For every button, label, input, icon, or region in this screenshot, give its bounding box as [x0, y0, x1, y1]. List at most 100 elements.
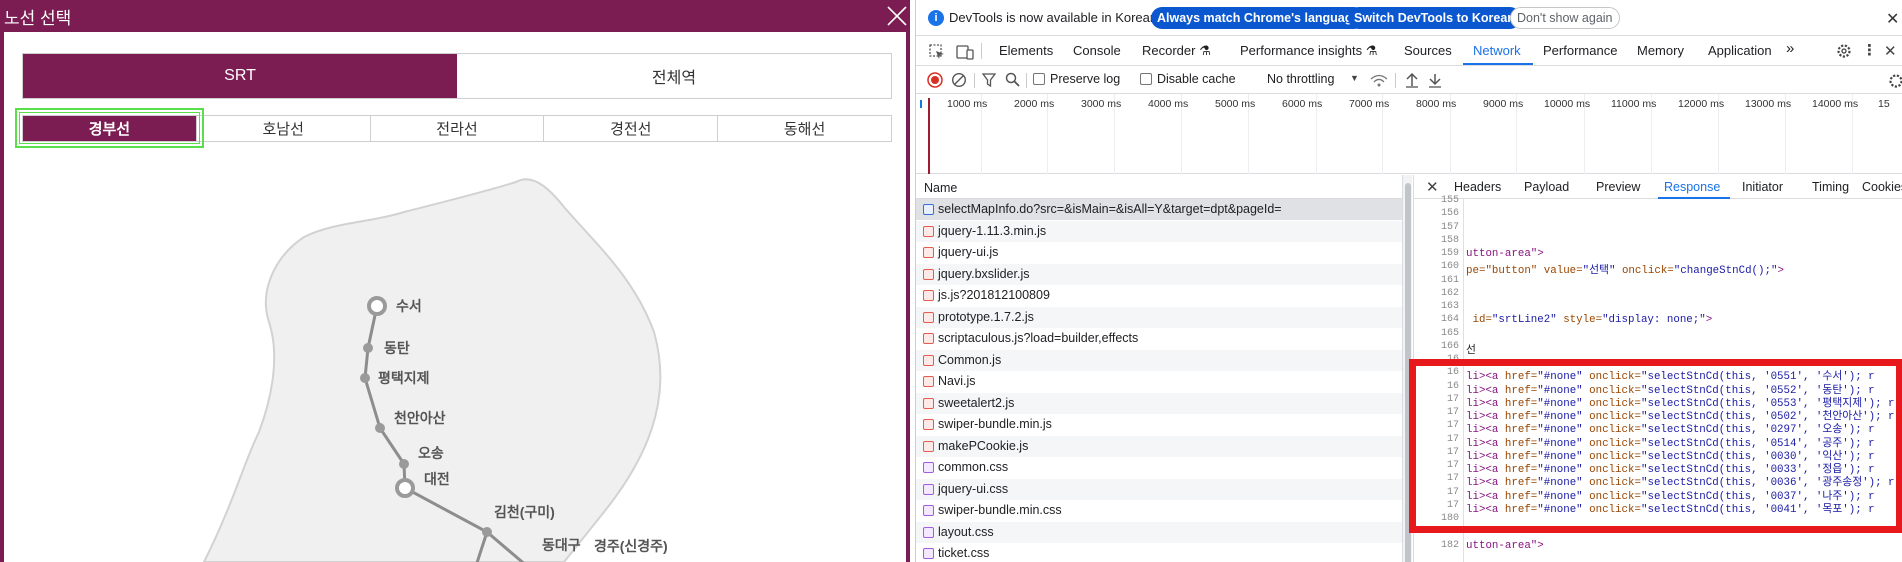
request-row[interactable]: sweetalert2.js [916, 392, 1403, 414]
search-icon[interactable] [1005, 72, 1020, 87]
js-file-icon [923, 397, 934, 409]
timeline-tick: 12000 ms [1678, 98, 1725, 110]
infobar-message: DevTools is now available in Korean! [949, 10, 1161, 25]
request-name: common.css [938, 460, 1009, 474]
device-toolbar-icon[interactable] [956, 44, 974, 60]
request-row[interactable]: scriptaculous.js?load=builder,effects [916, 328, 1403, 349]
request-name: js.js?201812100809 [938, 288, 1050, 302]
request-row[interactable]: swiper-bundle.min.js [916, 414, 1403, 435]
detail-tabbar: ✕ Headers Payload Preview Response Initi… [1414, 175, 1902, 199]
switch-to-korean-button[interactable]: Switch DevTools to Korean [1348, 7, 1521, 29]
settings-gear-icon[interactable] [1836, 43, 1852, 59]
request-row[interactable]: jquery-1.11.3.min.js [916, 220, 1403, 242]
tab-cookies[interactable]: Cookies [1862, 180, 1902, 194]
request-name: Common.js [938, 352, 1002, 367]
css-file-icon [923, 526, 934, 538]
clear-icon[interactable] [951, 72, 967, 88]
tab-console[interactable]: Console [1073, 43, 1121, 58]
request-row[interactable]: prototype.1.7.2.js [916, 306, 1403, 328]
tab-response[interactable]: Response [1664, 180, 1720, 194]
inspect-element-icon[interactable] [929, 44, 945, 60]
line-number: 161 [1440, 274, 1459, 286]
popup-body: SRT 전체역 경부선 호남선 전라선 경전선 동해선 수서 동탄 평택지제 천… [4, 32, 906, 562]
network-conditions-icon[interactable] [1370, 73, 1388, 87]
timeline-tick: 13000 ms [1745, 98, 1792, 110]
tab-headers[interactable]: Headers [1454, 180, 1501, 194]
tab-network[interactable]: Network [1473, 43, 1521, 58]
dont-show-again-button[interactable]: Don't show again [1510, 7, 1620, 29]
request-name: Navi.js [938, 374, 976, 388]
request-list: Name selectMapInfo.do?src=&isMain=&isAll… [916, 175, 1403, 562]
request-row[interactable]: jquery-ui.css [916, 478, 1403, 500]
js-file-icon [923, 440, 934, 452]
match-language-button[interactable]: Always match Chrome's language [1151, 7, 1366, 29]
request-row[interactable]: Navi.js [916, 371, 1403, 392]
record-icon[interactable] [927, 72, 943, 88]
doc-file-icon [923, 204, 934, 215]
timeline-overview[interactable]: 1000 ms 2000 ms 3000 ms 4000 ms 5000 ms … [916, 94, 1902, 174]
export-har-icon[interactable] [1428, 72, 1442, 88]
close-icon[interactable]: ✕ [1886, 9, 1899, 29]
line-number: 156 [1440, 208, 1459, 220]
request-detail-panel: ✕ Headers Payload Preview Response Initi… [1413, 175, 1902, 562]
close-icon[interactable] [886, 5, 908, 27]
timeline-bar [928, 98, 930, 174]
request-row[interactable]: selectMapInfo.do?src=&isMain=&isAll=Y&ta… [916, 199, 1403, 220]
import-har-icon[interactable] [1405, 72, 1419, 88]
tab-initiator[interactable]: Initiator [1742, 180, 1783, 194]
request-name: makePCookie.js [938, 438, 1029, 453]
station-dongdaegu-label[interactable]: 동대구 [542, 537, 581, 553]
filter-icon[interactable] [982, 73, 996, 87]
tab-elements[interactable]: Elements [999, 43, 1053, 58]
code-line: 선 [1466, 344, 1476, 357]
chevron-down-icon[interactable]: ▼ [1350, 73, 1359, 83]
language-infobar: i DevTools is now available in Korean! A… [916, 0, 1902, 36]
request-row[interactable]: swiper-bundle.min.css [916, 500, 1403, 521]
kebab-menu-icon[interactable]: ⋮ [1862, 41, 1877, 59]
throttling-value: No throttling [1267, 72, 1335, 86]
disable-cache-checkbox[interactable]: Disable cache [1140, 72, 1236, 86]
request-name: swiper-bundle.min.css [938, 503, 1062, 517]
tab-sources[interactable]: Sources [1404, 43, 1452, 58]
network-settings-icon[interactable] [1888, 73, 1902, 88]
station-label: 대전 [424, 471, 450, 487]
line-number: 159 [1440, 248, 1459, 259]
close-devtools-icon[interactable]: ✕ [1884, 42, 1897, 60]
request-row[interactable]: js.js?201812100809 [916, 285, 1403, 306]
line-number: 181 [1440, 526, 1459, 538]
info-icon: i [928, 10, 944, 26]
timeline-marker [920, 100, 922, 108]
tab-timing[interactable]: Timing [1812, 180, 1849, 194]
line-number: 164 [1440, 314, 1459, 326]
request-row[interactable]: common.css [916, 457, 1403, 478]
tab-payload[interactable]: Payload [1524, 180, 1569, 194]
throttling-select[interactable]: No throttling [1267, 72, 1334, 86]
css-file-icon [923, 505, 934, 516]
tab-recorder[interactable]: Recorder ⚗ [1142, 43, 1211, 59]
tab-performance-insights[interactable]: Performance insights ⚗ [1240, 43, 1377, 59]
name-column-header[interactable]: Name [916, 175, 1403, 199]
request-row[interactable]: jquery.bxslider.js [916, 263, 1403, 285]
preserve-log-checkbox[interactable]: Preserve log [1033, 72, 1120, 86]
line-number: 17 [1446, 499, 1459, 511]
line-number: 155 [1440, 195, 1459, 206]
station-gyeongju-label[interactable]: 경주(신경주) [594, 538, 668, 554]
response-source[interactable]: utton-area"> pe="button" value="선택" oncli… [1466, 199, 1902, 562]
request-row[interactable]: ticket.css [916, 543, 1403, 562]
request-row[interactable]: makePCookie.js [916, 435, 1403, 457]
request-row[interactable]: layout.css [916, 521, 1403, 543]
request-name: swiper-bundle.min.js [938, 417, 1052, 431]
station-suseo[interactable]: 수서 [367, 296, 422, 316]
tab-application[interactable]: Application [1708, 43, 1772, 58]
tab-memory[interactable]: Memory [1637, 43, 1684, 58]
tab-preview[interactable]: Preview [1596, 180, 1640, 194]
request-row[interactable]: jquery-ui.js [916, 242, 1403, 263]
line-number: 17 [1446, 433, 1459, 445]
request-row[interactable]: Common.js [916, 349, 1403, 371]
request-name: jquery-1.11.3.min.js [938, 223, 1047, 238]
request-list-scrollbar[interactable] [1402, 175, 1412, 562]
tab-performance[interactable]: Performance [1543, 43, 1617, 58]
line-number: 17 [1446, 473, 1459, 485]
close-detail-icon[interactable]: ✕ [1426, 178, 1439, 196]
more-tabs-icon[interactable]: » [1786, 40, 1794, 57]
